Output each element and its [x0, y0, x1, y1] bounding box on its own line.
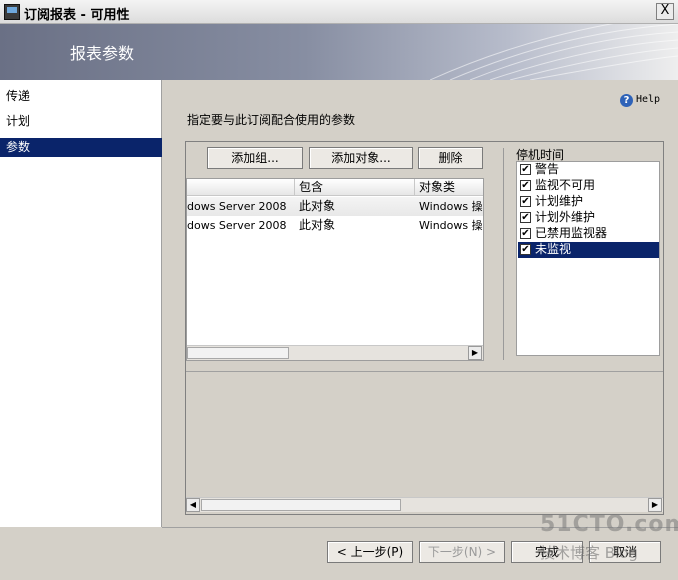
- window-title: 订阅报表 - 可用性: [24, 8, 130, 23]
- scroll-right-arrow-icon[interactable]: ▶: [468, 346, 482, 360]
- sidebar-item-parameters[interactable]: 参数: [0, 138, 162, 157]
- table-row[interactable]: dows Server 2008 ... 此对象 Windows 操作: [187, 216, 483, 235]
- column-header-name[interactable]: [187, 179, 295, 196]
- scroll-right-arrow-icon[interactable]: ▶: [648, 498, 662, 512]
- lower-parameters-area: ◀ ▶: [186, 371, 663, 512]
- header-banner: 报表参数: [0, 24, 678, 80]
- downtime-item-label: 警告: [535, 162, 560, 176]
- downtime-item-label: 监视不可用: [535, 178, 596, 192]
- app-icon: [4, 4, 20, 20]
- object-list[interactable]: 包含 对象类 dows Server 2008 ... 此对象 Windows …: [186, 178, 484, 361]
- help-label: Help: [636, 94, 661, 105]
- table-row[interactable]: dows Server 2008 ... 此对象 Windows 操作: [187, 197, 483, 216]
- downtime-item-planned-maintenance[interactable]: ✔ 计划维护: [518, 194, 659, 210]
- add-object-button[interactable]: 添加对象...: [309, 147, 413, 169]
- list-horizontal-scrollbar[interactable]: ▶: [187, 345, 483, 360]
- downtime-checklist[interactable]: ✔ 警告 ✔ 监视不可用 ✔ 计划维护 ✔ 计划外维护 ✔ 已禁用监视器 ✔ 未…: [516, 161, 660, 356]
- row-include: 此对象: [299, 218, 336, 232]
- column-header-include[interactable]: 包含: [295, 179, 415, 196]
- downtime-item-disabled-monitors[interactable]: ✔ 已禁用监视器: [518, 226, 659, 242]
- downtime-item-label: 未监视: [535, 242, 572, 256]
- previous-button[interactable]: < 上一步(P): [327, 541, 413, 563]
- downtime-item-label: 计划维护: [535, 194, 584, 208]
- page-title: 报表参数: [70, 44, 135, 63]
- panel-divider: [503, 148, 504, 360]
- row-name: dows Server 2008 ...: [187, 200, 291, 213]
- downtime-item-unmonitored[interactable]: ✔ 未监视: [518, 242, 659, 258]
- help-icon: ?: [620, 94, 633, 107]
- downtime-item-unplanned-maintenance[interactable]: ✔ 计划外维护: [518, 210, 659, 226]
- row-name: dows Server 2008 ...: [187, 219, 291, 232]
- row-include: 此对象: [299, 199, 336, 213]
- downtime-item-monitoring-unavailable[interactable]: ✔ 监视不可用: [518, 178, 659, 194]
- scroll-left-arrow-icon[interactable]: ◀: [186, 498, 200, 512]
- sidebar-item-schedule[interactable]: 计划: [0, 112, 162, 131]
- watermark-logo: 51CTO.com: [540, 512, 678, 537]
- column-header-class[interactable]: 对象类: [415, 179, 483, 196]
- downtime-item-warning[interactable]: ✔ 警告: [518, 162, 659, 178]
- add-group-button[interactable]: 添加组...: [207, 147, 303, 169]
- scrollbar-thumb[interactable]: [187, 347, 289, 359]
- checkbox-checked-icon[interactable]: ✔: [520, 244, 531, 255]
- title-bar: 订阅报表 - 可用性 X: [0, 0, 678, 24]
- close-button[interactable]: X: [656, 3, 674, 20]
- sidebar-item-delivery[interactable]: 传递: [0, 87, 162, 106]
- checkbox-checked-icon[interactable]: ✔: [520, 180, 531, 191]
- sidebar-nav: 传递 计划 参数: [0, 80, 162, 527]
- next-button[interactable]: 下一步(N) >: [419, 541, 505, 563]
- lower-horizontal-scrollbar[interactable]: ◀ ▶: [186, 497, 663, 512]
- downtime-item-label: 计划外维护: [535, 210, 596, 224]
- downtime-item-label: 已禁用监视器: [535, 226, 608, 240]
- checkbox-checked-icon[interactable]: ✔: [520, 228, 531, 239]
- instruction-text: 指定要与此订阅配合使用的参数: [187, 113, 356, 127]
- watermark-subtitle: 技术博客 Blog: [540, 544, 638, 562]
- row-class: Windows 操作: [419, 200, 483, 213]
- delete-button[interactable]: 删除: [418, 147, 483, 169]
- checkbox-checked-icon[interactable]: ✔: [520, 164, 531, 175]
- header-swoosh-graphic: [430, 24, 678, 80]
- checkbox-checked-icon[interactable]: ✔: [520, 196, 531, 207]
- row-class: Windows 操作: [419, 219, 483, 232]
- scrollbar-thumb[interactable]: [201, 499, 401, 511]
- checkbox-checked-icon[interactable]: ✔: [520, 212, 531, 223]
